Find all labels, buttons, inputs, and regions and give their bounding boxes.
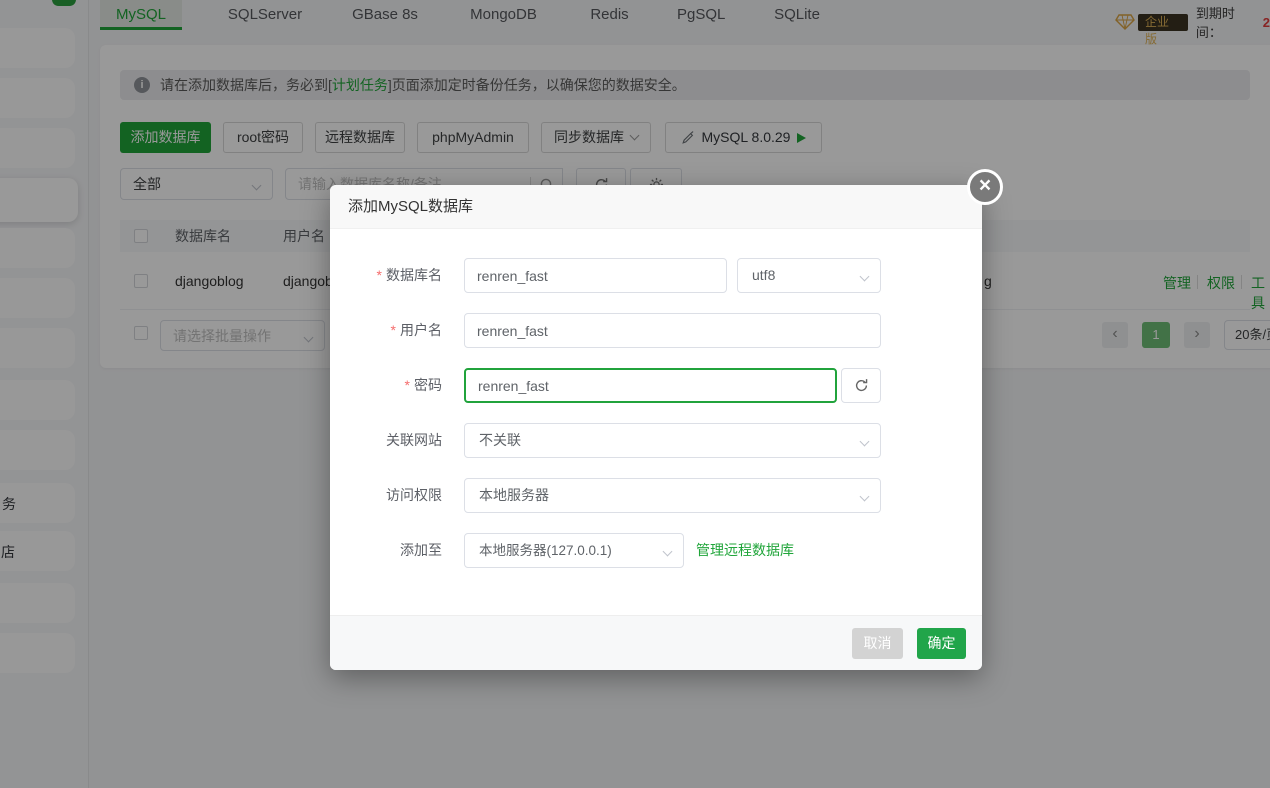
chevron-down-icon	[860, 492, 870, 502]
db-name-label-text: 数据库名	[386, 267, 442, 283]
linked-site-select[interactable]: 不关联	[464, 423, 881, 458]
username-label-text: 用户名	[400, 322, 442, 338]
db-name-input[interactable]	[464, 258, 727, 293]
manage-remote-db-link[interactable]: 管理远程数据库	[696, 533, 794, 568]
required-mark: *	[391, 322, 396, 338]
modal-footer: 取消 确定	[330, 615, 982, 670]
add-to-select[interactable]: 本地服务器(127.0.0.1)	[464, 533, 684, 568]
access-permission-label: 访问权限	[330, 478, 442, 513]
close-icon[interactable]: ×	[967, 169, 1003, 205]
required-mark: *	[377, 267, 382, 283]
regenerate-password-button[interactable]	[841, 368, 881, 403]
db-name-label: *数据库名	[330, 258, 442, 293]
confirm-button[interactable]: 确定	[917, 628, 966, 659]
username-label: *用户名	[330, 313, 442, 348]
linked-site-label: 关联网站	[330, 423, 442, 458]
charset-value: utf8	[752, 259, 775, 292]
password-label-text: 密码	[414, 377, 442, 393]
chevron-down-icon	[663, 547, 673, 557]
chevron-down-icon	[860, 272, 870, 282]
modal-title: 添加MySQL数据库	[348, 185, 473, 229]
add-to-label: 添加至	[330, 533, 442, 568]
access-permission-value: 本地服务器	[479, 479, 549, 512]
password-input[interactable]	[464, 368, 837, 403]
username-input[interactable]	[464, 313, 881, 348]
password-label: *密码	[330, 368, 442, 403]
chevron-down-icon	[860, 437, 870, 447]
linked-site-value: 不关联	[479, 424, 521, 457]
cancel-button[interactable]: 取消	[852, 628, 903, 659]
add-to-value: 本地服务器(127.0.0.1)	[479, 534, 612, 567]
required-mark: *	[405, 377, 410, 393]
modal-header: 添加MySQL数据库	[330, 185, 982, 229]
add-mysql-database-modal: 添加MySQL数据库 × *数据库名 utf8 *用户名 *密码 关联网站 不关…	[330, 185, 982, 670]
access-permission-select[interactable]: 本地服务器	[464, 478, 881, 513]
charset-select[interactable]: utf8	[737, 258, 881, 293]
